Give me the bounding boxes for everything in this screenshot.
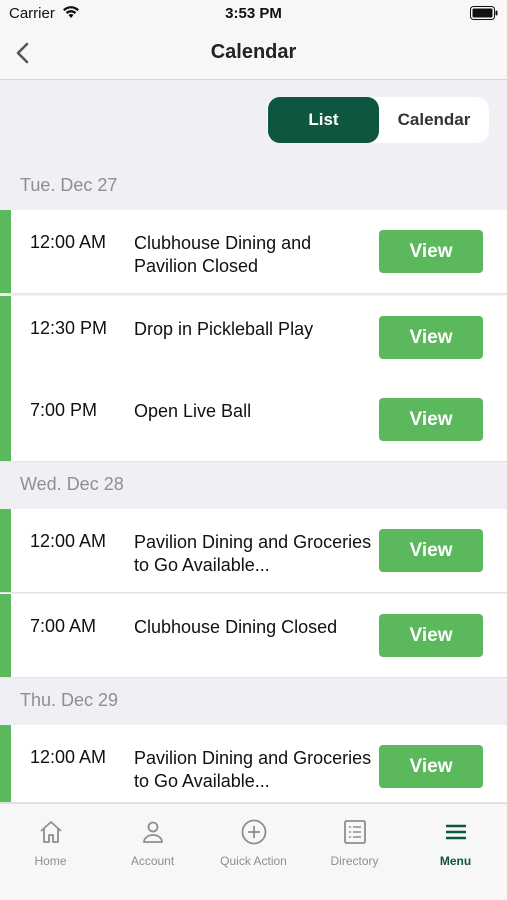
event-accent-bar [0, 296, 11, 379]
event-accent-bar [0, 378, 11, 461]
event-row[interactable]: 12:30 PM Drop in Pickleball Play View [0, 296, 507, 380]
tab-label: Quick Action [220, 854, 287, 868]
event-time: 7:00 AM [30, 616, 97, 636]
status-time: 3:53 PM [225, 5, 282, 22]
segment-calendar-button[interactable]: Calendar [379, 97, 489, 143]
tab-bar: Home Account Quick Action Directory Menu [0, 803, 507, 900]
directory-icon [304, 818, 405, 846]
segment-list-button[interactable]: List [268, 97, 379, 143]
tab-quick-action[interactable]: Quick Action [203, 818, 304, 868]
page-title: Calendar [210, 41, 297, 63]
event-title: Drop in Pickleball Play [134, 319, 314, 339]
view-event-button[interactable]: View [379, 529, 483, 572]
event-title: Open Live Ball [134, 401, 252, 421]
person-icon [102, 818, 203, 846]
event-row[interactable]: 12:00 AM Pavilion Dining and Groceries t… [0, 725, 507, 803]
tab-label: Account [130, 854, 175, 868]
tab-account[interactable]: Account [102, 818, 203, 868]
tab-directory[interactable]: Directory [304, 818, 405, 868]
view-event-button[interactable]: View [379, 745, 483, 788]
view-event-button[interactable]: View [379, 230, 483, 273]
day-header: Tue. Dec 27 [20, 175, 118, 195]
tab-home[interactable]: Home [0, 818, 101, 868]
event-accent-bar [0, 509, 11, 592]
event-row[interactable]: 7:00 AM Clubhouse Dining Closed View [0, 594, 507, 678]
event-row[interactable]: 7:00 PM Open Live Ball View [0, 378, 507, 462]
event-time: 7:00 PM [30, 400, 98, 420]
event-time: 12:00 AM [30, 531, 107, 551]
event-row[interactable]: 12:00 AM Clubhouse Dining and Pavilion C… [0, 210, 507, 294]
event-accent-bar [0, 725, 11, 802]
view-mode-segmented-control: List Calendar [267, 97, 489, 143]
tab-label: Home [34, 854, 67, 868]
view-event-button[interactable]: View [379, 316, 483, 359]
event-row[interactable]: 12:00 AM Pavilion Dining and Groceries t… [0, 509, 507, 593]
event-title: Pavilion Dining and Groceries to Go Avai… [134, 748, 372, 791]
menu-icon [405, 818, 506, 846]
status-bar: Carrier 3:53 PM [0, 0, 507, 28]
tab-menu[interactable]: Menu [405, 818, 506, 868]
tab-label: Menu [439, 854, 472, 868]
home-icon [0, 818, 101, 846]
battery-icon [470, 6, 498, 24]
view-event-button[interactable]: View [379, 398, 483, 441]
event-title: Clubhouse Dining and Pavilion Closed [134, 233, 312, 276]
event-time: 12:00 AM [30, 747, 107, 767]
tab-label: Directory [330, 854, 379, 868]
event-title: Clubhouse Dining Closed [134, 617, 338, 637]
event-time: 12:00 AM [30, 232, 107, 252]
navigation-bar: Calendar [0, 28, 507, 80]
event-accent-bar [0, 210, 11, 293]
day-header: Wed. Dec 28 [20, 474, 124, 494]
event-time: 12:30 PM [30, 318, 108, 338]
event-accent-bar [0, 594, 11, 677]
event-title: Pavilion Dining and Groceries to Go Avai… [134, 532, 372, 575]
view-event-button[interactable]: View [379, 614, 483, 657]
day-header: Thu. Dec 29 [20, 690, 119, 710]
plus-circle-icon [203, 818, 304, 846]
